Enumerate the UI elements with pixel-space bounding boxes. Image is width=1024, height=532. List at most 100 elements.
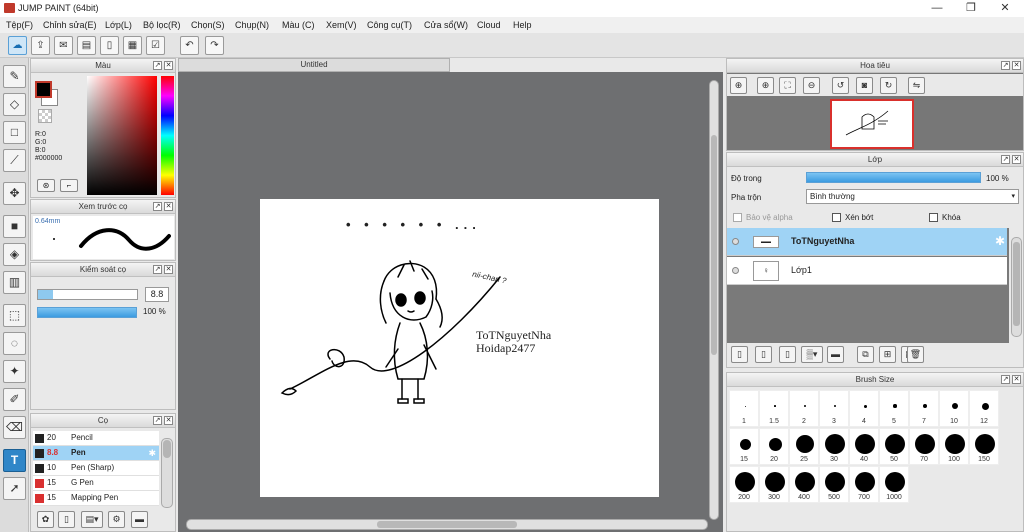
canvas-vertical-scroll-thumb[interactable]: [711, 135, 717, 355]
menu-help[interactable]: Help: [513, 20, 532, 30]
page-settings-icon[interactable]: ▦: [123, 36, 142, 55]
brush-size-value[interactable]: 8.8: [145, 287, 169, 302]
brush-size-option[interactable]: 700: [849, 466, 879, 503]
redo-icon[interactable]: ↷: [205, 36, 224, 55]
rotate-left-icon[interactable]: ↺: [832, 77, 849, 94]
brush-folder-icon[interactable]: ▬: [131, 511, 148, 528]
brush-size-option[interactable]: 400: [789, 466, 819, 503]
new-layer-8bit-icon[interactable]: ▯: [755, 346, 772, 363]
layer-visibility-icon[interactable]: [732, 267, 739, 274]
select-eraser-icon[interactable]: ⌫: [3, 416, 26, 439]
brush-size-option[interactable]: 300: [759, 466, 789, 503]
navigator-thumbnail[interactable]: [830, 99, 914, 149]
close-panel-icon[interactable]: ✕: [1012, 155, 1021, 164]
bucket-icon[interactable]: ◈: [3, 243, 26, 266]
brush-size-option[interactable]: 4: [849, 390, 879, 427]
rotate-right-icon[interactable]: ↻: [880, 77, 897, 94]
actual-size-icon[interactable]: ⛶: [779, 77, 796, 94]
minimize-button[interactable]: —: [920, 0, 954, 17]
canvas-paper[interactable]: • • • • • • ... nii-chan ? ToTNguyetNha …: [260, 199, 659, 497]
menu-tools[interactable]: Công cụ(T): [367, 20, 412, 30]
cloud-icon[interactable]: ☁: [8, 36, 27, 55]
new-layer-icon[interactable]: ▯: [731, 346, 748, 363]
clip-checkbox[interactable]: [832, 213, 841, 222]
blend-mode-select[interactable]: Bình thường ▾: [806, 189, 1019, 204]
menu-view[interactable]: Xem(V): [326, 20, 357, 30]
canvas-horizontal-scroll-thumb[interactable]: [377, 521, 517, 528]
brush-tool-icon[interactable]: ⟋: [3, 149, 26, 172]
brush-size-option[interactable]: 30: [819, 428, 849, 465]
brush-item[interactable]: 20 Pencil: [33, 431, 159, 446]
transparent-color-swatch[interactable]: [38, 109, 52, 123]
layer-list-scroll-thumb[interactable]: [1013, 242, 1020, 326]
zoom-fit-icon[interactable]: ⊕: [730, 77, 747, 94]
brush-size-option[interactable]: 20: [759, 428, 789, 465]
brush-item[interactable]: 10 Pen (Sharp): [33, 461, 159, 476]
new-folder-icon[interactable]: ▬: [827, 346, 844, 363]
zoom-in-icon[interactable]: ⊕: [757, 77, 774, 94]
eyedropper-icon[interactable]: ⌐: [60, 179, 78, 192]
lock-checkbox[interactable]: [929, 213, 938, 222]
layer-row[interactable]: ♀ Lớp1: [727, 257, 1007, 285]
page-icon[interactable]: ▯: [100, 36, 119, 55]
select-pen-icon[interactable]: ✐: [3, 388, 26, 411]
brush-size-option[interactable]: 3: [819, 390, 849, 427]
brush-size-option[interactable]: 200: [729, 466, 759, 503]
pointer-icon[interactable]: ➚: [3, 477, 26, 500]
color-wheel-icon[interactable]: ⊛: [37, 179, 55, 192]
brush-size-option[interactable]: 10: [939, 390, 969, 427]
move-icon[interactable]: ✥: [3, 182, 26, 205]
brush-size-option[interactable]: 1: [729, 390, 759, 427]
layer-opacity-slider[interactable]: [806, 172, 981, 183]
canvas-horizontal-scrollbar[interactable]: [186, 519, 708, 530]
layer-visibility-icon[interactable]: [732, 238, 739, 245]
comment-icon[interactable]: ✉: [54, 36, 73, 55]
brush-list-scroll-thumb[interactable]: [163, 440, 171, 458]
undo-icon[interactable]: ↶: [180, 36, 199, 55]
merge-layer-icon[interactable]: ⊞: [879, 346, 896, 363]
menu-edit[interactable]: Chỉnh sửa(E): [43, 20, 97, 30]
new-layer-1bit-icon[interactable]: ▯: [779, 346, 796, 363]
brush-size-option[interactable]: 7: [909, 390, 939, 427]
brush-settings-gear-icon[interactable]: ✱: [148, 446, 156, 460]
brush-size-option[interactable]: 1000: [879, 466, 909, 503]
dotted-select-icon[interactable]: ⬚: [3, 304, 26, 327]
brush-size-option[interactable]: 2: [789, 390, 819, 427]
close-panel-icon[interactable]: ✕: [164, 416, 173, 425]
brush-item-selected[interactable]: 8.8 Pen ✱: [33, 446, 159, 461]
float-panel-icon[interactable]: ↗: [1001, 375, 1010, 384]
brush-size-option[interactable]: 500: [819, 466, 849, 503]
close-panel-icon[interactable]: ✕: [164, 202, 173, 211]
menu-color[interactable]: Màu (C): [282, 20, 315, 30]
brush-size-option[interactable]: 50: [879, 428, 909, 465]
saturation-value-picker[interactable]: [87, 76, 157, 195]
menu-window[interactable]: Cửa sổ(W): [424, 20, 468, 30]
zoom-out-icon[interactable]: ⊖: [803, 77, 820, 94]
primary-color-swatch[interactable]: [35, 81, 52, 98]
close-panel-icon[interactable]: ✕: [1012, 61, 1021, 70]
menu-capture[interactable]: Chụp(N): [235, 20, 269, 30]
duplicate-layer-icon[interactable]: ⧉: [857, 346, 874, 363]
brush-settings-icon[interactable]: ⚙: [108, 511, 125, 528]
flip-icon[interactable]: ⇋: [908, 77, 925, 94]
float-panel-icon[interactable]: ↗: [1001, 155, 1010, 164]
lasso-icon[interactable]: ◌: [3, 332, 26, 355]
brush-item[interactable]: 15 Mapping Pen: [33, 491, 159, 506]
brush-size-option[interactable]: 15: [729, 428, 759, 465]
gradient-icon[interactable]: ▥: [3, 271, 26, 294]
brush-size-option[interactable]: 70: [909, 428, 939, 465]
new-layer-menu-icon[interactable]: ▒▾: [801, 346, 823, 363]
float-panel-icon[interactable]: ↗: [153, 265, 162, 274]
share-icon[interactable]: ⇪: [31, 36, 50, 55]
close-button[interactable]: ✕: [988, 0, 1022, 17]
protect-alpha-checkbox[interactable]: [733, 213, 742, 222]
text-tool-icon[interactable]: T: [3, 449, 26, 472]
float-panel-icon[interactable]: ↗: [153, 61, 162, 70]
brush-size-option[interactable]: 25: [789, 428, 819, 465]
layer-row-selected[interactable]: ▬▬ ToTNguyetNha ✱: [727, 228, 1007, 256]
brush-list-scrollbar[interactable]: [161, 438, 173, 508]
menu-filter[interactable]: Bộ lọc(R): [143, 20, 181, 30]
brush-item[interactable]: 15 G Pen: [33, 476, 159, 491]
checklist-icon[interactable]: ☑: [146, 36, 165, 55]
document-tab[interactable]: Untitled: [178, 58, 450, 72]
